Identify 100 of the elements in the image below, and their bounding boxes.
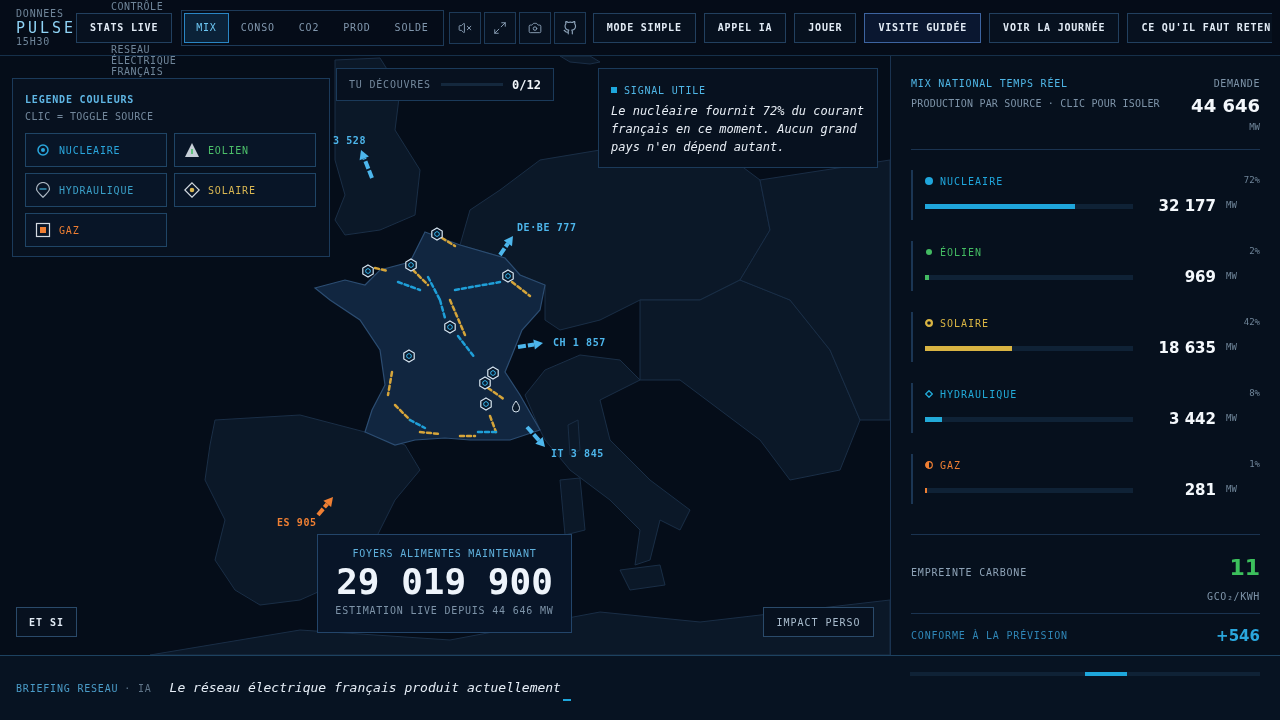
expand-button[interactable] (483, 11, 516, 44)
demand-value: 44 646 (1191, 95, 1260, 117)
homes-value: 29 019 900 (336, 561, 553, 603)
text-cursor (562, 699, 571, 701)
ring-dot-icon (35, 142, 51, 158)
header-button[interactable]: APPEL IA (703, 12, 787, 43)
impact-button[interactable]: IMPACT PERSO (763, 607, 874, 637)
hexagon-marker-icon[interactable] (405, 258, 417, 272)
source-value: 969 (1183, 266, 1216, 288)
demand-unit: MW (1249, 121, 1260, 133)
tagline-line: ÉLECTRIQUE (111, 55, 177, 66)
legend-item[interactable]: SOLAIRE (174, 173, 316, 207)
hexagon-marker-icon[interactable] (480, 397, 492, 411)
source-share: 72% (1243, 174, 1260, 188)
source-value: 3 442 (1168, 408, 1216, 430)
panel-title: MIX NATIONAL TEMPS RÉEL (911, 77, 1069, 91)
drop-marker-icon[interactable] (512, 400, 520, 413)
header-button[interactable]: CE QU'IL FAUT RETEN (1127, 12, 1272, 43)
source-share: 1% (1249, 458, 1260, 472)
demand-label: DEMANDE (1213, 77, 1260, 91)
source-unit: MW (1226, 270, 1238, 284)
flow-label: CH 1 857 (553, 337, 606, 348)
legend-title: LEGENDE COULEURS (25, 93, 136, 107)
source-value: 281 (1183, 479, 1216, 501)
brand-name: PULSE (16, 19, 76, 36)
hexagon-marker-icon[interactable] (487, 366, 499, 380)
hexagon-marker-icon[interactable] (502, 269, 514, 283)
source-row[interactable]: GAZ 1% 281 MW (911, 454, 1260, 504)
briefing-source: · IA (124, 681, 152, 696)
panel-subtitle: PRODUCTION PAR SOURCE · CLIC POUR ISOLER (911, 97, 1160, 111)
hexagon-marker-icon[interactable] (362, 264, 374, 278)
stats-live-button[interactable]: STATS LIVE (76, 12, 173, 43)
what-if-button[interactable]: ET SI (16, 607, 78, 637)
flow-label: ES 905 (277, 517, 317, 528)
source-row[interactable]: NUCLEAIRE 72% 32 177 MW (911, 170, 1260, 220)
camera-button[interactable] (518, 11, 551, 44)
brand-caption: DONNEES (16, 7, 65, 20)
diamond-icon (184, 182, 200, 198)
homes-note: ESTIMATION LIVE DEPUIS 44 646 MW (335, 604, 554, 618)
square-icon (611, 87, 617, 93)
homes-label: FOYERS ALIMENTES MAINTENANT (352, 547, 537, 561)
view-tab[interactable]: CONSO (228, 12, 287, 43)
source-unit: MW (1226, 341, 1238, 355)
square-icon (35, 222, 51, 238)
source-unit: MW (1226, 199, 1238, 213)
legend-hint: CLIC = TOGGLE SOURCE (25, 110, 155, 124)
flow-label: 3 528 (333, 135, 367, 146)
header-button[interactable]: MODE SIMPLE (592, 12, 696, 43)
hexagon-marker-icon[interactable] (431, 227, 443, 241)
drop-pin-icon (35, 182, 51, 198)
legend-item[interactable]: NUCLEAIRE (25, 133, 167, 167)
carbon-unit: GCO₂/KWH (1207, 591, 1260, 603)
legend-item[interactable]: GAZ (25, 213, 167, 247)
camera-icon (527, 20, 542, 35)
tagline-line: RESEAU (111, 44, 151, 55)
hexagon-marker-icon[interactable] (479, 376, 491, 390)
source-name: HYDRAULIQUE (940, 387, 1018, 402)
hexagon-marker-icon[interactable] (403, 349, 415, 363)
legend-item[interactable]: EOLIEN (174, 133, 316, 167)
expand-icon (492, 20, 507, 35)
source-share: 2% (1249, 245, 1260, 259)
source-value: 32 177 (1157, 195, 1216, 217)
carbon-value: 11 (1229, 555, 1260, 581)
view-tab[interactable]: PROD (331, 12, 383, 43)
view-tab[interactable]: CO2 (286, 12, 332, 43)
header-button[interactable]: JOUER (794, 12, 857, 43)
discovery-label: TU DÉCOUVRES (349, 77, 431, 92)
source-share: 8% (1249, 387, 1260, 401)
view-tab[interactable]: SOLDE (382, 12, 441, 43)
source-share: 42% (1243, 316, 1260, 330)
legend-item[interactable]: HYDRAULIQUE (25, 173, 167, 207)
source-name: ÉOLIEN (940, 245, 983, 260)
flow-label: DE·BE 777 (517, 222, 577, 233)
source-row[interactable]: ÉOLIEN 2% 969 MW (911, 241, 1260, 291)
source-row[interactable]: SOLAIRE 42% 18 635 MW (911, 312, 1260, 362)
github-icon (562, 20, 577, 35)
header-button[interactable]: VISITE GUIDÉE (864, 12, 982, 43)
source-value: 18 635 (1157, 337, 1216, 359)
github-button[interactable] (553, 11, 586, 44)
source-unit: MW (1226, 483, 1238, 497)
signal-text: Le nucléaire fournit 72% du courant français en ce moment. Aucun grand pays n'en dépend autant. (611, 103, 865, 156)
flow-label: IT 3 845 (551, 448, 604, 459)
tagline-line: FRANÇAIS (111, 66, 164, 77)
brand-time: 15H30 (16, 35, 52, 48)
signal-title: SIGNAL UTILE (624, 83, 706, 98)
hexagon-marker-icon[interactable] (444, 320, 456, 334)
mute-button[interactable] (448, 11, 481, 44)
briefing-label: BRIEFING RESEAU (16, 681, 119, 696)
source-unit: MW (1226, 412, 1238, 426)
source-row[interactable]: HYDRAULIQUE 8% 3 442 MW (911, 383, 1260, 433)
source-name: GAZ (940, 458, 962, 473)
source-name: NUCLEAIRE (940, 174, 1004, 189)
carbon-label: EMPREINTE CARBONE (911, 566, 1027, 580)
discovery-count: 0/12 (512, 76, 541, 94)
view-tab[interactable]: MIX (184, 12, 229, 43)
source-name: SOLAIRE (940, 316, 990, 331)
header-button[interactable]: VOIR LA JOURNÉE (989, 12, 1120, 43)
triangle-icon (184, 142, 200, 158)
speaker-muted-icon (457, 20, 472, 35)
forecast-label: CONFORME À LA PRÉVISION (911, 629, 1068, 643)
